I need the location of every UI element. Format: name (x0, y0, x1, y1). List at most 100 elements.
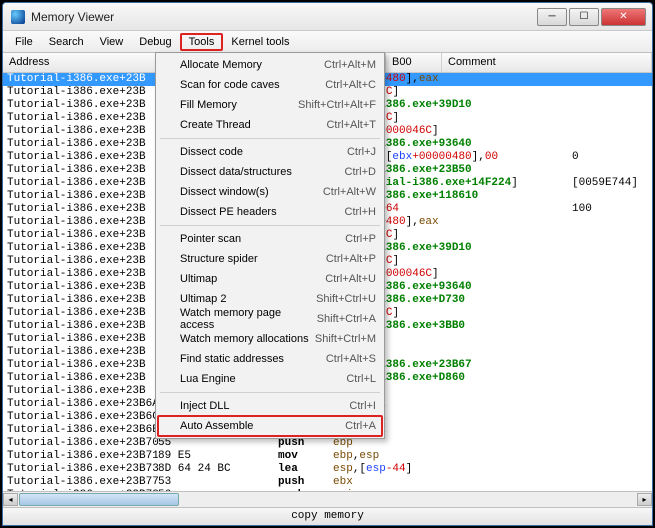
addr-cell: Tutorial-i386.exe+23B (3, 177, 158, 190)
addr-cell: Tutorial-i386.exe+23B (3, 294, 158, 307)
menuitem-shortcut: Ctrl+Alt+T (326, 119, 376, 131)
disasm-row[interactable]: Tutorial-i386.exe+23B738D 64 24 BClea es… (3, 463, 652, 476)
menuitem-label: Fill Memory (180, 99, 298, 111)
scroll-thumb[interactable] (19, 493, 179, 506)
comment-cell (572, 411, 652, 424)
menuitem-label: Watch memory allocations (180, 333, 315, 345)
opcode-cell: push (278, 476, 333, 489)
operand-cell: ebp,esp (333, 450, 572, 463)
menuitem-label: Lua Engine (180, 373, 346, 385)
comment-cell (572, 294, 652, 307)
scroll-left-icon[interactable]: ◂ (3, 493, 18, 506)
menuitem-pointer-scan[interactable]: Pointer scanCtrl+P (158, 229, 382, 249)
comment-cell (572, 112, 652, 125)
menuitem-shortcut: Ctrl+Alt+W (323, 186, 376, 198)
addr-cell: Tutorial-i386.exe+23B (3, 164, 158, 177)
header-address[interactable]: Address (3, 53, 158, 72)
menuitem-label: Pointer scan (180, 233, 345, 245)
menu-tools[interactable]: Tools (180, 33, 224, 51)
menu-debug[interactable]: Debug (131, 33, 179, 51)
menuitem-label: Find static addresses (180, 353, 326, 365)
menuitem-label: Create Thread (180, 119, 326, 131)
menuitem-shortcut: Ctrl+Alt+C (325, 79, 376, 91)
menuitem-ultimap-2[interactable]: Ultimap 2Shift+Ctrl+U (158, 289, 382, 309)
comment-cell (572, 333, 652, 346)
addr-cell: Tutorial-i386.exe+23B (3, 255, 158, 268)
addr-cell: Tutorial-i386.exe+23B (3, 333, 158, 346)
menuitem-lua-engine[interactable]: Lua EngineCtrl+L (158, 369, 382, 389)
menuitem-inject-dll[interactable]: Inject DLLCtrl+I (158, 396, 382, 416)
comment-cell (572, 372, 652, 385)
close-button[interactable]: ✕ (601, 8, 646, 26)
tools-menu-dropdown[interactable]: Allocate MemoryCtrl+Alt+MScan for code c… (155, 52, 385, 439)
maximize-button[interactable]: ☐ (569, 8, 599, 26)
comment-cell (572, 281, 652, 294)
menuitem-auto-assemble[interactable]: Auto AssembleCtrl+A (158, 416, 382, 436)
menu-view[interactable]: View (92, 33, 132, 51)
comment-cell (572, 346, 652, 359)
disasm-row[interactable]: Tutorial-i386.exe+23B7189 E5mov ebp,esp (3, 450, 652, 463)
menuitem-shortcut: Shift+Ctrl+M (315, 333, 376, 345)
menuitem-structure-spider[interactable]: Structure spiderCtrl+Alt+P (158, 249, 382, 269)
scroll-right-icon[interactable]: ▸ (637, 493, 652, 506)
addr-cell: Tutorial-i386.exe+23B6A (3, 398, 158, 411)
bytes-cell: 53 (158, 476, 278, 489)
menuitem-ultimap[interactable]: UltimapCtrl+Alt+U (158, 269, 382, 289)
menubar[interactable]: FileSearchViewDebugToolsKernel tools (3, 31, 652, 53)
comment-cell: [0059E744] (572, 177, 652, 190)
addr-cell: Tutorial-i386.exe+23B (3, 151, 158, 164)
menuitem-label: Ultimap 2 (180, 293, 316, 305)
addr-cell: Tutorial-i386.exe+23B (3, 242, 158, 255)
comment-cell (572, 99, 652, 112)
comment-cell (572, 463, 652, 476)
comment-cell (572, 437, 652, 450)
menuitem-scan-for-code-caves[interactable]: Scan for code cavesCtrl+Alt+C (158, 75, 382, 95)
comment-cell (572, 385, 652, 398)
status-bar: copy memory (3, 507, 652, 525)
menuitem-watch-memory-page-access[interactable]: Watch memory page accessShift+Ctrl+A (158, 309, 382, 329)
header-opcode[interactable]: B00 (386, 53, 442, 72)
menuitem-dissect-pe-headers[interactable]: Dissect PE headersCtrl+H (158, 202, 382, 222)
comment-cell (572, 229, 652, 242)
menuitem-shortcut: Ctrl+L (346, 373, 376, 385)
menuitem-dissect-code[interactable]: Dissect codeCtrl+J (158, 142, 382, 162)
addr-cell: Tutorial-i386.exe+23B6C (3, 411, 158, 424)
addr-cell: Tutorial-i386.exe+23B (3, 112, 158, 125)
addr-cell: Tutorial-i386.exe+23B (3, 320, 158, 333)
menuitem-create-thread[interactable]: Create ThreadCtrl+Alt+T (158, 115, 382, 135)
comment-cell (572, 164, 652, 177)
menu-kernel-tools[interactable]: Kernel tools (223, 33, 297, 51)
comment-cell (572, 320, 652, 333)
header-comment[interactable]: Comment (442, 53, 652, 72)
comment-cell (572, 450, 652, 463)
menuitem-label: Dissect PE headers (180, 206, 345, 218)
app-icon (11, 10, 25, 24)
addr-cell: Tutorial-i386.exe+23B77 (3, 476, 158, 489)
menu-file[interactable]: File (7, 33, 41, 51)
menuitem-fill-memory[interactable]: Fill MemoryShift+Ctrl+Alt+F (158, 95, 382, 115)
menuitem-find-static-addresses[interactable]: Find static addressesCtrl+Alt+S (158, 349, 382, 369)
addr-cell: Tutorial-i386.exe+23B (3, 385, 158, 398)
menuitem-watch-memory-allocations[interactable]: Watch memory allocationsShift+Ctrl+M (158, 329, 382, 349)
menuitem-dissect-data-structures[interactable]: Dissect data/structuresCtrl+D (158, 162, 382, 182)
minimize-button[interactable]: ─ (537, 8, 567, 26)
menuitem-allocate-memory[interactable]: Allocate MemoryCtrl+Alt+M (158, 55, 382, 75)
addr-cell: Tutorial-i386.exe+23B (3, 86, 158, 99)
menuitem-shortcut: Shift+Ctrl+A (317, 313, 376, 325)
menuitem-shortcut: Ctrl+Alt+P (326, 253, 376, 265)
menuitem-shortcut: Shift+Ctrl+U (316, 293, 376, 305)
addr-cell: Tutorial-i386.exe+23B (3, 346, 158, 359)
menu-separator (160, 225, 380, 226)
horizontal-scrollbar[interactable]: ◂ ▸ (3, 491, 652, 507)
comment-cell (572, 190, 652, 203)
menu-search[interactable]: Search (41, 33, 92, 51)
disasm-row[interactable]: Tutorial-i386.exe+23B7753push ebx (3, 476, 652, 489)
window-title: Memory Viewer (31, 10, 537, 24)
comment-cell (572, 359, 652, 372)
addr-cell: Tutorial-i386.exe+23B6E (3, 424, 158, 437)
addr-cell: Tutorial-i386.exe+23B (3, 203, 158, 216)
addr-cell: Tutorial-i386.exe+23B (3, 73, 158, 86)
menuitem-shortcut: Ctrl+I (349, 400, 376, 412)
opcode-cell: lea (278, 463, 333, 476)
menuitem-dissect-window-s-[interactable]: Dissect window(s)Ctrl+Alt+W (158, 182, 382, 202)
